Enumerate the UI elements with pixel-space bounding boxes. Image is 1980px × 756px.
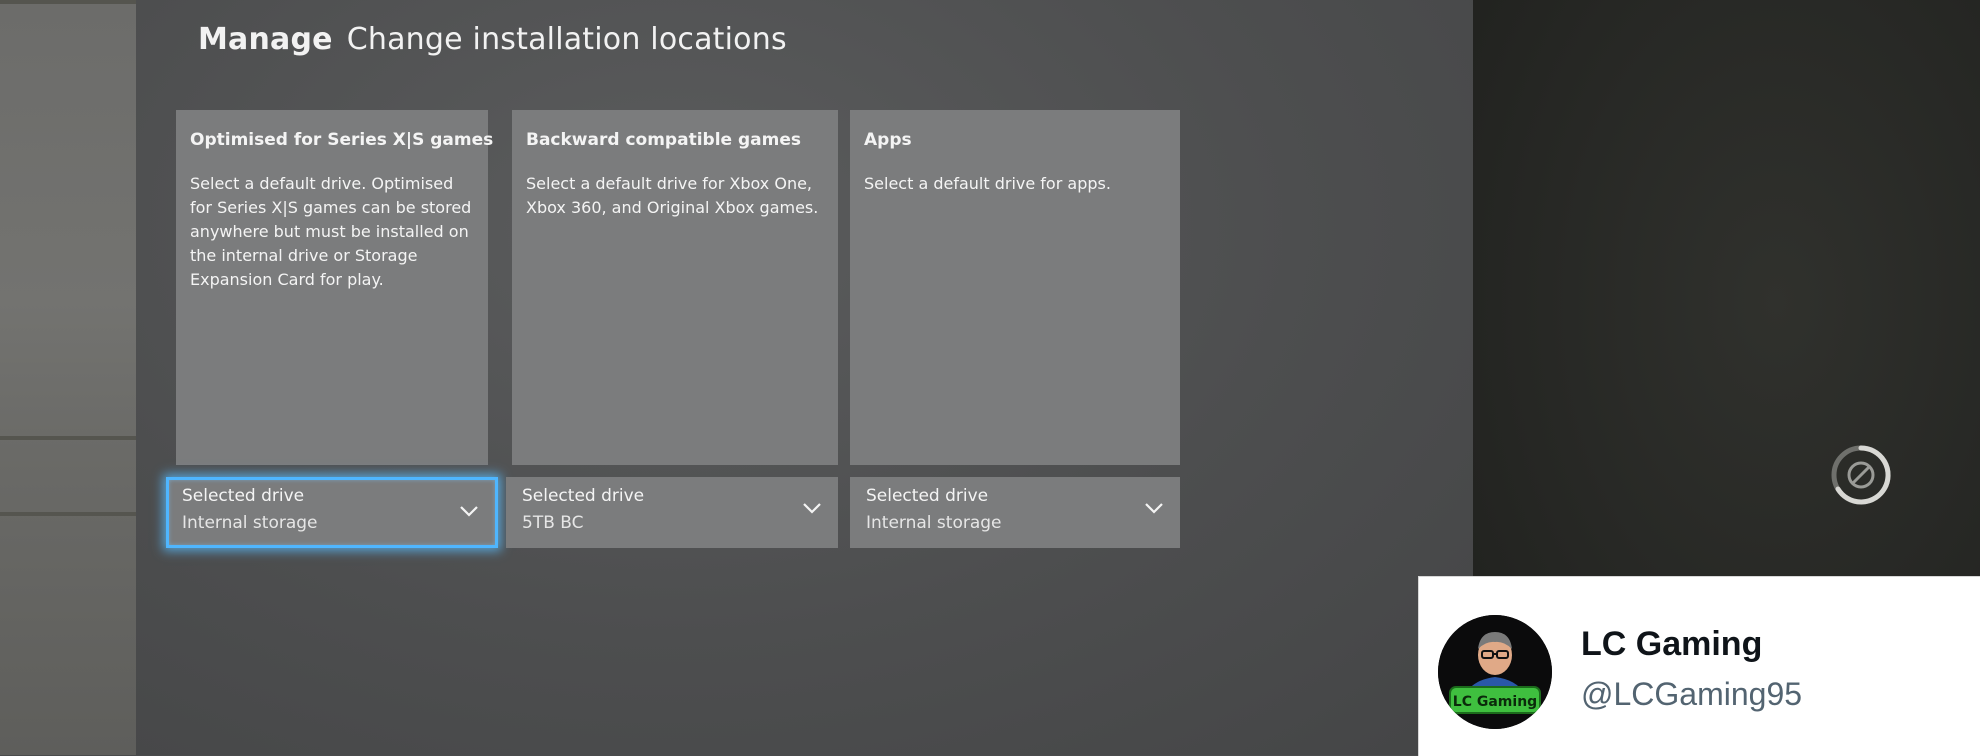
card-title: Backward compatible games [526,130,801,150]
dropdown-value: Internal storage [182,513,318,533]
page-heading: Change installation locations [346,22,787,57]
chevron-down-icon [1145,503,1163,514]
drive-dropdown-optimised[interactable]: Selected drive Internal storage [166,477,498,548]
dropdown-label: Selected drive [866,486,989,506]
card-title: Optimised for Series X|S games [190,130,494,150]
dropdown-label: Selected drive [182,486,305,506]
dropdown-value: Internal storage [866,513,1002,533]
chevron-down-icon [803,503,821,514]
avatar[interactable]: LC Gaming [1438,615,1552,729]
section-title: Manage [198,22,333,57]
card-optimised-series-xs: Optimised for Series X|S games Select a … [176,110,494,465]
loading-spinner-icon [1831,445,1891,505]
dropdown-label: Selected drive [522,486,645,506]
profile-name: LC Gaming [1581,625,1763,663]
card-apps: Apps Select a default drive for apps. [850,110,1180,465]
profile-card: LC Gaming LC Gaming @LCGaming95 [1418,576,1980,756]
card-title: Apps [864,130,912,150]
lc-gaming-avatar-icon: LC Gaming [1438,615,1552,729]
profile-handle: @LCGaming95 [1581,676,1803,712]
card-description: Select a default drive for apps. [864,174,1111,193]
drive-dropdown-apps[interactable]: Selected drive Internal storage [850,477,1180,548]
chevron-down-icon [460,506,478,517]
avatar-logo-text: LC Gaming [1453,694,1537,710]
card-description: Select a default drive. Optimised for Se… [190,174,472,289]
drive-dropdown-backward-compatible[interactable]: Selected drive 5TB BC [506,477,838,548]
card-backward-compatible: Backward compatible games Select a defau… [512,110,838,465]
card-description: Select a default drive for Xbox One, Xbo… [526,174,819,217]
photo-wall-left [0,0,136,755]
dropdown-value: 5TB BC [522,513,584,533]
tv-screen: Manage Change installation locations Opti… [136,0,1473,755]
page-title: Manage Change installation locations [198,22,787,57]
